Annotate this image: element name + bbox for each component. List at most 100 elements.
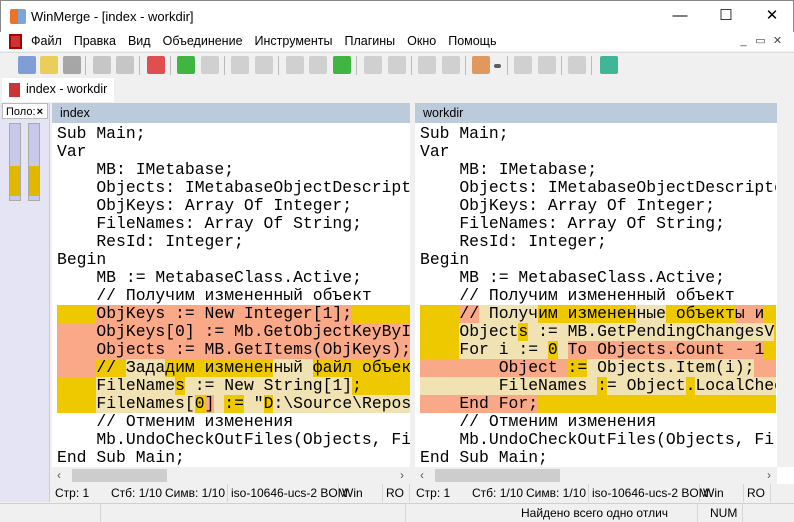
minimize-button[interactable]: —	[657, 1, 703, 31]
code-line: ResId: Integer;	[57, 233, 410, 251]
document-icon	[9, 83, 20, 97]
code-segment: :	[273, 395, 284, 413]
code-segment	[57, 305, 97, 323]
code-segment: ;	[352, 377, 362, 395]
code-segment: Получ	[488, 305, 539, 323]
left-status-bar: Стр: 1 Стб: 1/10 Симв: 1/10 iso-10646-ucs-2…	[52, 484, 410, 502]
eol-indicator: Win	[339, 484, 383, 502]
code-line: MB := MetabaseClass.Active;	[57, 269, 410, 287]
mdi-restore-button[interactable]: ▭	[752, 32, 769, 50]
toolbar-separator	[139, 56, 140, 75]
location-pane-title: Поло:	[6, 106, 36, 118]
location-pane[interactable]: Поло: ×	[0, 103, 50, 502]
copy-right-advance-icon[interactable]	[418, 56, 436, 74]
left-pane[interactable]: index Sub Main; Var MB: IMetabase; Object…	[52, 103, 410, 484]
refresh-icon[interactable]	[600, 56, 618, 74]
code-segment: ы и	[734, 305, 765, 323]
copy-all-left-icon[interactable]	[538, 56, 556, 74]
toolbar	[0, 52, 794, 77]
scroll-thumb[interactable]	[435, 469, 560, 482]
column-indicator: Стб: 1/10	[111, 486, 163, 500]
tab-index-workdir[interactable]: index - workdir	[2, 78, 114, 102]
menu-2[interactable]: Вид	[122, 32, 157, 50]
code-segment: MB: IMetabase;	[420, 161, 598, 179]
code-line: Var	[420, 143, 776, 161]
menu-5[interactable]: Плагины	[338, 32, 401, 50]
code-segment: Objects: IMetabaseObjectDescriptors;	[96, 179, 410, 197]
code-line: // Получим измененные объекты и	[420, 305, 776, 323]
scroll-thumb[interactable]	[72, 469, 167, 482]
left-pane-header: index	[52, 103, 410, 123]
code-segment: ResId: Integer;	[420, 233, 607, 251]
code-segment: Objects := MB.GetItems(ObjKeys);	[57, 341, 410, 359]
maximize-button[interactable]: ☐	[703, 1, 749, 31]
open-icon[interactable]	[40, 56, 58, 74]
mdi-minimize-button[interactable]: _	[735, 32, 752, 50]
close-location-pane-icon[interactable]: ×	[37, 104, 43, 120]
select-diff-icon[interactable]	[147, 56, 165, 74]
last-diff-icon[interactable]	[286, 56, 304, 74]
dropdown-icon[interactable]	[494, 64, 501, 68]
color-scheme-icon[interactable]	[472, 56, 490, 74]
right-pane-header: workdir	[415, 103, 777, 123]
encoding-indicator: iso-10646-ucs-2 BOM	[228, 484, 348, 502]
code-segment: :=	[528, 323, 568, 341]
redo-icon[interactable]	[116, 56, 134, 74]
toolbar-separator	[224, 56, 225, 75]
undo-icon[interactable]	[93, 56, 111, 74]
menu-7[interactable]: Помощь	[442, 32, 502, 50]
code-segment: ObjKeys: Array Of Integer;	[420, 197, 716, 215]
right-horizontal-scrollbar[interactable]: ‹ ›	[415, 467, 777, 484]
prev-diff-icon[interactable]	[201, 56, 219, 74]
code-segment: For i :=	[459, 341, 548, 359]
code-segment: s	[518, 323, 529, 341]
code-segment: им изменен	[538, 305, 637, 323]
menu-4[interactable]: Инструменты	[249, 32, 339, 50]
code-segment: FileNames[	[96, 395, 195, 413]
right-pane[interactable]: workdir Sub Main; Var MB: IMetabase; Obje…	[415, 103, 794, 484]
menu-1[interactable]: Правка	[68, 32, 122, 50]
toolbar-separator	[465, 56, 466, 75]
column-indicator: Стб: 1/10	[472, 486, 524, 500]
code-segment: дим изменен	[165, 359, 274, 377]
next-conflict-icon[interactable]	[333, 56, 351, 74]
code-line: ObjKeys: Array Of Integer;	[57, 197, 410, 215]
merge-icon[interactable]	[568, 56, 586, 74]
left-code-view[interactable]: Sub Main; Var MB: IMetabase; Objects: IMe…	[57, 125, 410, 467]
next-diff-icon[interactable]	[177, 56, 195, 74]
first-diff-icon[interactable]	[255, 56, 273, 74]
code-segment: MB.GetPendingChangesV	[567, 323, 775, 341]
new-icon[interactable]	[18, 56, 36, 74]
right-vertical-scrollbar[interactable]	[777, 103, 794, 467]
code-segment: Object	[420, 359, 568, 377]
copy-left-icon[interactable]	[388, 56, 406, 74]
code-segment	[665, 305, 676, 323]
current-diff-icon[interactable]	[231, 56, 249, 74]
readonly-indicator: RO	[744, 484, 771, 502]
code-line: Begin	[57, 251, 410, 269]
code-line: ObjKeys := New Integer[1];	[57, 305, 410, 323]
save-icon[interactable]	[63, 56, 81, 74]
close-button[interactable]: ✕	[749, 1, 794, 31]
code-line: // Отменим изменения	[57, 413, 410, 431]
menu-3[interactable]: Объединение	[157, 32, 249, 50]
left-horizontal-scrollbar[interactable]: ‹ ›	[52, 467, 410, 484]
mdi-close-button[interactable]: ✕	[769, 32, 786, 50]
collapse-icon[interactable]	[309, 56, 327, 74]
code-line: Objects: IMetabaseObjectDescriptors;	[420, 179, 776, 197]
menu-0[interactable]: Файл	[25, 32, 68, 50]
toolbar-separator	[507, 56, 508, 75]
code-line: // Зададим измененный файл объекта	[57, 359, 410, 377]
copy-left-advance-icon[interactable]	[442, 56, 460, 74]
copy-right-icon[interactable]	[364, 56, 382, 74]
code-segment: "	[243, 395, 264, 413]
code-segment: // Отменим изменения	[420, 413, 657, 431]
right-code-view[interactable]: Sub Main; Var MB: IMetabase; Objects: IMe…	[420, 125, 776, 467]
code-line: MB: IMetabase;	[420, 161, 776, 179]
copy-all-right-icon[interactable]	[514, 56, 532, 74]
code-line: // Получим измененный объект	[57, 287, 410, 305]
code-line: End Sub Main;	[57, 449, 410, 467]
num-lock-indicator: NUM	[710, 506, 738, 520]
menu-6[interactable]: Окно	[401, 32, 442, 50]
toolbar-separator	[85, 56, 86, 75]
